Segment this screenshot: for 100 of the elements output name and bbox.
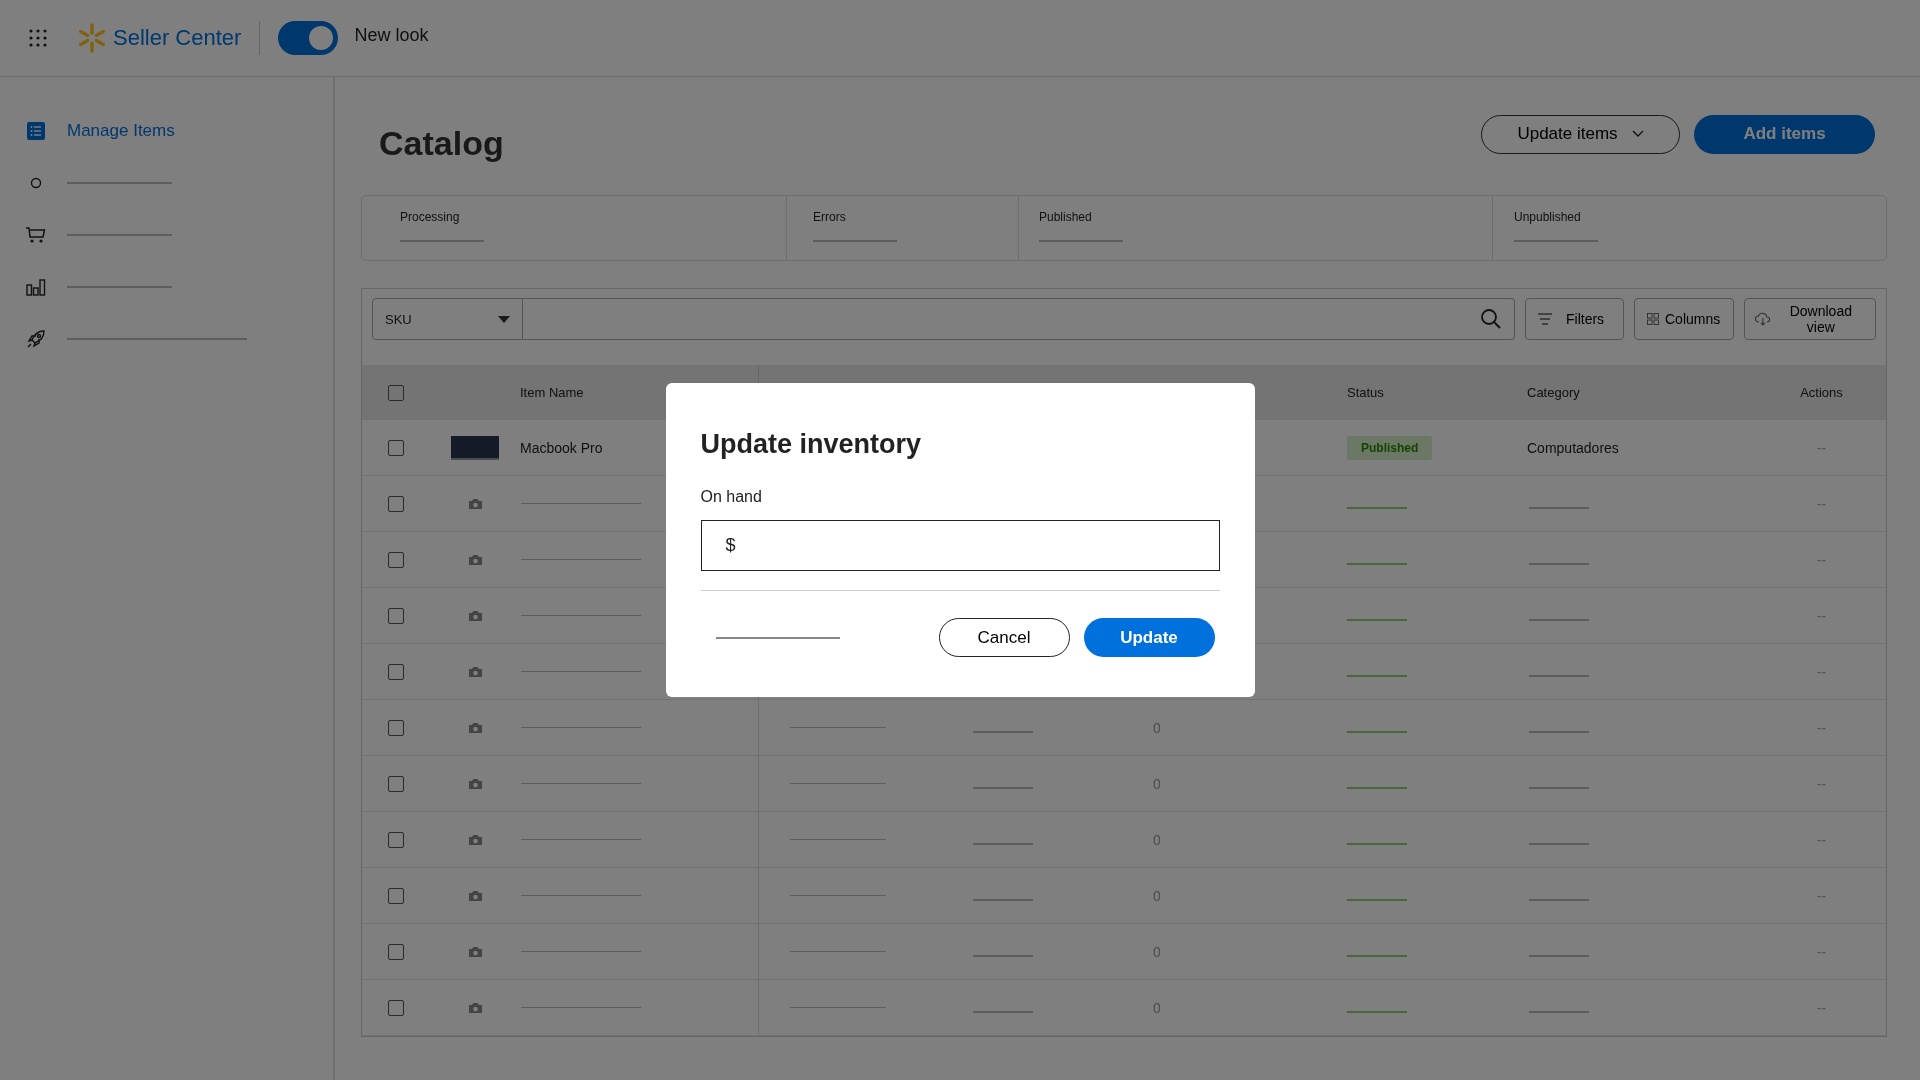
dialog-title: Update inventory [700, 429, 923, 460]
row-checkbox[interactable] [388, 943, 404, 960]
stat-label: Unpublished [1514, 210, 1582, 224]
placeholder-line [1347, 899, 1407, 901]
stat-label: Processing [400, 210, 461, 224]
placeholder-line [1347, 507, 1407, 509]
brand-name: Seller Center [113, 25, 242, 51]
placeholder-line [1529, 619, 1589, 621]
row-checkbox[interactable] [388, 439, 404, 456]
placeholder-line [973, 1011, 1033, 1013]
stat-label: Errors [813, 210, 847, 224]
search-by-dropdown[interactable]: SKU [372, 298, 523, 340]
table-cell: -- [1816, 831, 1827, 848]
spark-logo-icon [77, 23, 107, 53]
search-field[interactable] [523, 298, 1515, 340]
placeholder-line [1347, 675, 1407, 677]
column-header[interactable]: Status [1347, 385, 1384, 400]
placeholder-line [1347, 619, 1407, 621]
placeholder-line [973, 899, 1033, 901]
app-grid-icon[interactable] [29, 29, 47, 47]
placeholder-line [1347, 1011, 1407, 1013]
cancel-button[interactable]: Cancel [938, 618, 1070, 657]
table-cell: Macbook Pro [520, 439, 603, 456]
table-cell: -- [1816, 607, 1827, 624]
placeholder-line [1347, 787, 1407, 789]
camera-icon [467, 777, 483, 790]
placeholder-line [973, 731, 1033, 733]
placeholder-line [1347, 563, 1407, 565]
placeholder-line [1529, 507, 1589, 509]
camera-icon [467, 833, 483, 846]
camera-icon [467, 665, 483, 678]
placeholder-line [1529, 563, 1589, 565]
row-checkbox[interactable] [388, 831, 404, 848]
row-checkbox[interactable] [388, 663, 404, 680]
row-checkbox[interactable] [388, 775, 404, 792]
dropdown-button[interactable]: Update items [1481, 114, 1680, 154]
placeholder-line [1347, 843, 1407, 845]
cart-icon [25, 226, 47, 244]
camera-icon [467, 945, 483, 958]
toggle-label: New look [354, 24, 429, 46]
camera-icon [467, 1001, 483, 1014]
camera-icon [467, 497, 483, 510]
row-checkbox[interactable] [388, 999, 404, 1016]
row-checkbox[interactable] [388, 887, 404, 904]
field-label: On hand [700, 488, 763, 506]
column-header[interactable]: Category [1527, 385, 1580, 400]
bar-chart-icon [25, 278, 47, 296]
table-cell: -- [1816, 495, 1827, 512]
update-button[interactable]: Update [1083, 618, 1215, 657]
columns-button[interactable]: Columns [1634, 298, 1734, 340]
placeholder-line [1529, 731, 1589, 733]
cloud-download-icon [1755, 312, 1771, 326]
add-button[interactable]: Add items [1694, 114, 1875, 154]
placeholder-line [1529, 1011, 1589, 1013]
column-header[interactable]: Actions [1800, 385, 1843, 400]
camera-icon [467, 609, 483, 622]
table-cell: -- [1816, 999, 1827, 1016]
rocket-icon [25, 329, 47, 349]
placeholder-line [1529, 899, 1589, 901]
status-badge: Published [1347, 435, 1433, 460]
table-cell: Computadores [1527, 439, 1619, 456]
page-title: Catalog [379, 123, 504, 163]
row-checkbox[interactable] [388, 607, 404, 624]
list-icon [25, 122, 47, 140]
caret-icon [498, 315, 510, 323]
toggle-switch[interactable] [278, 21, 339, 55]
table-cell: -- [1816, 439, 1827, 456]
placeholder-line [1529, 675, 1589, 677]
chevron-down-icon [1631, 130, 1644, 138]
table-cell: -- [1816, 551, 1827, 568]
column-header[interactable]: Item Name [520, 385, 584, 400]
placeholder-line [1347, 731, 1407, 733]
placeholder-line [1529, 843, 1589, 845]
filter-lines-icon [1538, 313, 1552, 325]
placeholder-line [1347, 955, 1407, 957]
row-checkbox[interactable] [388, 551, 404, 568]
table-cell: -- [1816, 719, 1827, 736]
photo-placeholder [451, 435, 499, 460]
stat-label: Published [1039, 210, 1093, 224]
camera-icon [467, 889, 483, 902]
placeholder-line [1529, 787, 1589, 789]
placeholder-line [973, 843, 1033, 845]
table-cell: -- [1816, 775, 1827, 792]
download-button[interactable]: Download view [1744, 298, 1876, 340]
row-checkbox[interactable] [388, 719, 404, 736]
row-checkbox[interactable] [388, 495, 404, 512]
table-cell: -- [1816, 887, 1827, 904]
search-icon [1480, 308, 1502, 330]
table-cell: -- [1816, 943, 1827, 960]
placeholder-line [1529, 955, 1589, 957]
placeholder-line [973, 787, 1033, 789]
grid-icon [1647, 313, 1659, 325]
placeholder-line [973, 955, 1033, 957]
input-field[interactable]: $ [700, 520, 1220, 571]
select-all-checkbox[interactable] [388, 384, 404, 401]
filters-button[interactable]: Filters [1525, 298, 1624, 340]
table-cell: -- [1816, 663, 1827, 680]
camera-icon [467, 553, 483, 566]
camera-icon [467, 721, 483, 734]
sidebar-item[interactable]: Manage Items [0, 107, 333, 155]
